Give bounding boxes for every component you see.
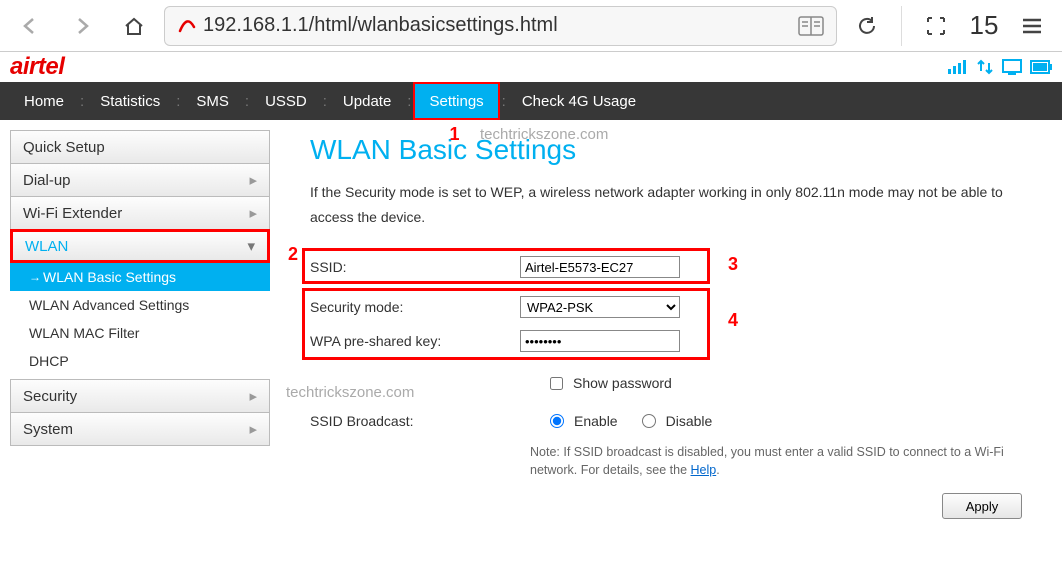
monitor-icon bbox=[1002, 59, 1022, 75]
radio-enable[interactable] bbox=[550, 414, 564, 428]
label-ssid: SSID: bbox=[310, 259, 510, 275]
nav-update[interactable]: Update bbox=[329, 82, 405, 120]
home-button[interactable] bbox=[112, 4, 156, 48]
chevron-right-icon: ▸ bbox=[249, 171, 257, 189]
page-title: WLAN Basic Settings bbox=[310, 134, 1052, 166]
sidebar-item-wifi-extender[interactable]: Wi-Fi Extender ▸ bbox=[10, 196, 270, 230]
label-wpa-psk: WPA pre-shared key: bbox=[310, 333, 510, 349]
sidebar-sub-wlan-mac[interactable]: WLAN MAC Filter bbox=[10, 319, 270, 347]
select-security-mode[interactable]: WPA2-PSK bbox=[520, 296, 680, 318]
url-text: 192.168.1.1/html/wlanbasicsettings.html bbox=[203, 14, 792, 37]
label-show-password: Show password bbox=[573, 375, 672, 391]
row-show-password: Show password bbox=[310, 364, 1052, 402]
url-bar[interactable]: 192.168.1.1/html/wlanbasicsettings.html bbox=[164, 6, 837, 46]
sidebar-item-security[interactable]: Security ▸ bbox=[10, 379, 270, 413]
nav-statistics[interactable]: Statistics bbox=[86, 82, 174, 120]
nav-ussd[interactable]: USSD bbox=[251, 82, 321, 120]
nav-settings[interactable]: Settings 1 bbox=[413, 82, 499, 120]
tab-count[interactable]: 15 bbox=[966, 10, 1002, 41]
ssid-broadcast-note: Note: If SSID broadcast is disabled, you… bbox=[310, 444, 1052, 479]
sidebar-sub-dhcp[interactable]: DHCP bbox=[10, 347, 270, 375]
separator bbox=[901, 6, 902, 46]
nav-home[interactable]: Home bbox=[10, 82, 78, 120]
content-area: techtrickszone.com WLAN Basic Settings I… bbox=[310, 130, 1052, 519]
sidebar-sub-wlan-basic[interactable]: WLAN Basic Settings bbox=[10, 263, 270, 291]
row-wpa-psk: WPA pre-shared key: bbox=[310, 324, 750, 358]
label-ssid-broadcast: SSID Broadcast: bbox=[310, 413, 510, 429]
sidebar-item-quick-setup[interactable]: Quick Setup bbox=[10, 130, 270, 164]
row-ssid: SSID: bbox=[310, 252, 750, 282]
sidebar-item-dial-up[interactable]: Dial-up ▸ bbox=[10, 163, 270, 197]
chevron-right-icon: ▸ bbox=[249, 204, 257, 222]
apply-button[interactable]: Apply bbox=[942, 493, 1022, 519]
nav-check-4g[interactable]: Check 4G Usage bbox=[508, 82, 650, 120]
forward-button[interactable] bbox=[60, 4, 104, 48]
wep-notice: If the Security mode is set to WEP, a wi… bbox=[310, 180, 1052, 230]
brand-logo: airtel bbox=[10, 53, 64, 81]
annotation-1: 1 bbox=[449, 124, 459, 145]
sidebar-sub-wlan-advanced[interactable]: WLAN Advanced Settings bbox=[10, 291, 270, 319]
battery-icon bbox=[1030, 60, 1052, 74]
sidebar-wlan-submenu: WLAN Basic Settings WLAN Advanced Settin… bbox=[10, 263, 270, 379]
annotation-3: 3 bbox=[728, 254, 738, 275]
nav-sms[interactable]: SMS bbox=[182, 82, 243, 120]
row-ssid-broadcast: SSID Broadcast: Enable Disable bbox=[310, 402, 1052, 440]
airtel-favicon-icon bbox=[177, 16, 197, 36]
reader-mode-icon[interactable] bbox=[798, 16, 824, 36]
input-ssid[interactable] bbox=[520, 256, 680, 278]
sidebar: Quick Setup Dial-up ▸ Wi-Fi Extender ▸ W… bbox=[10, 130, 270, 519]
menu-button[interactable] bbox=[1010, 4, 1054, 48]
page-body: Quick Setup Dial-up ▸ Wi-Fi Extender ▸ W… bbox=[0, 120, 1062, 519]
signal-icon bbox=[948, 59, 968, 75]
label-security-mode: Security mode: bbox=[310, 299, 510, 315]
input-wpa-psk[interactable] bbox=[520, 330, 680, 352]
screenshot-icon[interactable] bbox=[914, 4, 958, 48]
chevron-down-icon: ▾ bbox=[247, 237, 255, 255]
brand-bar: airtel bbox=[0, 52, 1062, 82]
annotation-2: 2 bbox=[288, 244, 298, 265]
status-icons bbox=[948, 59, 1052, 75]
label-disable: Disable bbox=[666, 413, 713, 429]
radio-disable[interactable] bbox=[642, 414, 656, 428]
label-enable: Enable bbox=[574, 413, 618, 429]
row-security-mode: Security mode: WPA2-PSK bbox=[310, 290, 750, 324]
browser-chrome: 192.168.1.1/html/wlanbasicsettings.html … bbox=[0, 0, 1062, 52]
annotation-4: 4 bbox=[728, 310, 738, 331]
main-nav: Home: Statistics: SMS: USSD: Update: Set… bbox=[0, 82, 1062, 120]
back-button[interactable] bbox=[8, 4, 52, 48]
reload-button[interactable] bbox=[845, 4, 889, 48]
sidebar-item-system[interactable]: System ▸ bbox=[10, 412, 270, 446]
checkbox-show-password[interactable] bbox=[550, 377, 563, 390]
sidebar-item-wlan[interactable]: WLAN ▾ bbox=[10, 229, 270, 263]
chevron-right-icon: ▸ bbox=[249, 387, 257, 405]
updown-icon bbox=[976, 59, 994, 75]
help-link[interactable]: Help bbox=[691, 463, 717, 477]
chevron-right-icon: ▸ bbox=[249, 420, 257, 438]
